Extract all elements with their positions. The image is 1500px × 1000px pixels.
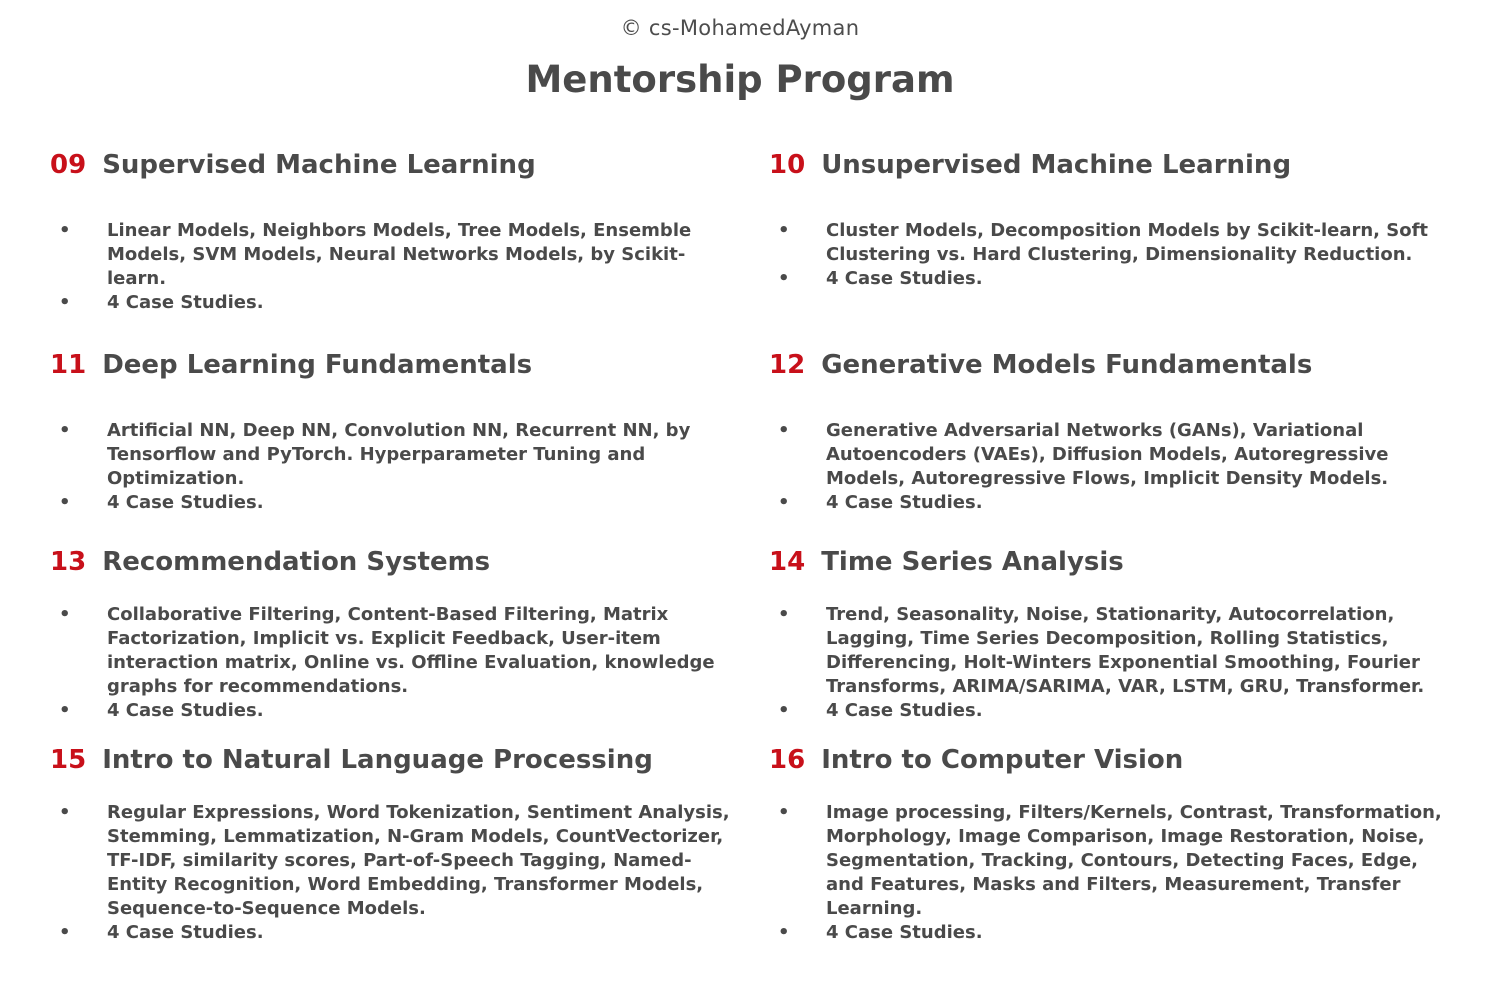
module-number: 09 xyxy=(50,150,87,180)
bullet-text: Trend, Seasonality, Noise, Stationarity,… xyxy=(826,604,1425,697)
module-heading: 14 Time Series Analysis xyxy=(769,547,1459,577)
module-16: 16 Intro to Computer Vision • Image proce… xyxy=(769,745,1459,943)
module-heading: 09 Supervised Machine Learning xyxy=(50,150,740,180)
bullet-list: • Trend, Seasonality, Noise, Stationarity… xyxy=(769,603,1459,723)
module-title: Deep Learning Fundamentals xyxy=(102,350,533,380)
list-item: • Regular Expressions, Word Tokenization,… xyxy=(50,801,740,921)
list-item: • 4 Case Studies. xyxy=(50,491,740,515)
list-item: • Generative Adversarial Networks (GANs),… xyxy=(769,419,1459,491)
bullet-text: 4 Case Studies. xyxy=(826,922,983,943)
module-14: 14 Time Series Analysis • Trend, Seasonal… xyxy=(769,547,1459,721)
module-15: 15 Intro to Natural Language Processing … xyxy=(50,745,740,943)
bullet-text: 4 Case Studies. xyxy=(107,700,264,721)
bullet-dot: • xyxy=(778,220,790,241)
module-number: 14 xyxy=(769,547,806,577)
module-number: 10 xyxy=(769,150,806,180)
module-title: Supervised Machine Learning xyxy=(102,150,536,180)
bullet-text: Image processing, Filters/Kernels, Contr… xyxy=(826,802,1442,919)
list-item: • 4 Case Studies. xyxy=(50,291,740,315)
page-title: Mentorship Program xyxy=(525,58,955,101)
module-heading: 16 Intro to Computer Vision xyxy=(769,745,1459,775)
bullet-list: • Cluster Models, Decomposition Models by… xyxy=(769,219,1459,291)
list-item: • 4 Case Studies. xyxy=(50,699,740,723)
bullet-list: • Generative Adversarial Networks (GANs),… xyxy=(769,419,1459,515)
module-13: 13 Recommendation Systems • Collaborative… xyxy=(50,547,740,721)
bullet-dot: • xyxy=(59,492,71,513)
bullet-text: Cluster Models, Decomposition Models by … xyxy=(826,220,1429,265)
module-heading: 11 Deep Learning Fundamentals xyxy=(50,350,740,380)
bullet-dot: • xyxy=(59,922,71,943)
module-12: 12 Generative Models Fundamentals • Gener… xyxy=(769,350,1459,513)
module-heading: 13 Recommendation Systems xyxy=(50,547,740,577)
list-item: • Artificial NN, Deep NN, Convolution NN,… xyxy=(50,419,740,491)
bullet-dot: • xyxy=(778,268,790,289)
module-heading: 12 Generative Models Fundamentals xyxy=(769,350,1459,380)
list-item: • Cluster Models, Decomposition Models by… xyxy=(769,219,1459,267)
bullet-dot: • xyxy=(778,604,790,625)
list-item: • 4 Case Studies. xyxy=(769,267,1459,291)
bullet-dot: • xyxy=(778,802,790,823)
bullet-text: Regular Expressions, Word Tokenization, … xyxy=(107,802,730,919)
bullet-dot: • xyxy=(59,604,71,625)
bullet-text: 4 Case Studies. xyxy=(107,492,264,513)
bullet-text: Collaborative Filtering, Content-Based F… xyxy=(107,604,715,697)
bullet-text: Generative Adversarial Networks (GANs), … xyxy=(826,420,1389,489)
bullet-text: 4 Case Studies. xyxy=(826,492,983,513)
bullet-text: 4 Case Studies. xyxy=(107,922,264,943)
bullet-dot: • xyxy=(59,220,71,241)
module-number: 13 xyxy=(50,547,87,577)
bullet-list: • Collaborative Filtering, Content-Based … xyxy=(50,603,740,723)
bullet-text: 4 Case Studies. xyxy=(826,268,983,289)
module-title: Intro to Natural Language Processing xyxy=(102,745,653,775)
module-title: Generative Models Fundamentals xyxy=(821,350,1313,380)
bullet-text: 4 Case Studies. xyxy=(107,292,264,313)
module-number: 11 xyxy=(50,350,87,380)
bullet-list: • Linear Models, Neighbors Models, Tree M… xyxy=(50,219,740,315)
module-title: Unsupervised Machine Learning xyxy=(821,150,1292,180)
bullet-text: 4 Case Studies. xyxy=(826,700,983,721)
list-item: • Image processing, Filters/Kernels, Cont… xyxy=(769,801,1459,921)
list-item: • 4 Case Studies. xyxy=(769,699,1459,723)
bullet-dot: • xyxy=(59,420,71,441)
module-title: Recommendation Systems xyxy=(102,547,491,577)
bullet-list: • Regular Expressions, Word Tokenization,… xyxy=(50,801,740,945)
list-item: • 4 Case Studies. xyxy=(769,491,1459,515)
bullet-dot: • xyxy=(778,420,790,441)
bullet-text: Linear Models, Neighbors Models, Tree Mo… xyxy=(107,220,692,289)
module-number: 15 xyxy=(50,745,87,775)
module-10: 10 Unsupervised Machine Learning • Cluste… xyxy=(769,150,1459,289)
module-09: 09 Supervised Machine Learning • Linear M… xyxy=(50,150,740,313)
module-number: 16 xyxy=(769,745,806,775)
bullet-dot: • xyxy=(778,700,790,721)
module-heading: 15 Intro to Natural Language Processing xyxy=(50,745,740,775)
list-item: • Linear Models, Neighbors Models, Tree M… xyxy=(50,219,740,291)
module-title: Time Series Analysis xyxy=(821,547,1124,577)
bullet-dot: • xyxy=(59,292,71,313)
module-number: 12 xyxy=(769,350,806,380)
bullet-text: Artificial NN, Deep NN, Convolution NN, … xyxy=(107,420,691,489)
module-heading: 10 Unsupervised Machine Learning xyxy=(769,150,1459,180)
list-item: • 4 Case Studies. xyxy=(769,921,1459,945)
module-11: 11 Deep Learning Fundamentals • Artificia… xyxy=(50,350,740,513)
bullet-dot: • xyxy=(778,922,790,943)
bullet-list: • Image processing, Filters/Kernels, Cont… xyxy=(769,801,1459,945)
module-title: Intro to Computer Vision xyxy=(821,745,1184,775)
bullet-dot: • xyxy=(59,700,71,721)
bullet-dot: • xyxy=(778,492,790,513)
list-item: • Trend, Seasonality, Noise, Stationarity… xyxy=(769,603,1459,699)
list-item: • 4 Case Studies. xyxy=(50,921,740,945)
bullet-list: • Artificial NN, Deep NN, Convolution NN,… xyxy=(50,419,740,515)
bullet-dot: • xyxy=(59,802,71,823)
copyright-notice: © cs-MohamedAyman xyxy=(620,16,860,40)
list-item: • Collaborative Filtering, Content-Based … xyxy=(50,603,740,699)
